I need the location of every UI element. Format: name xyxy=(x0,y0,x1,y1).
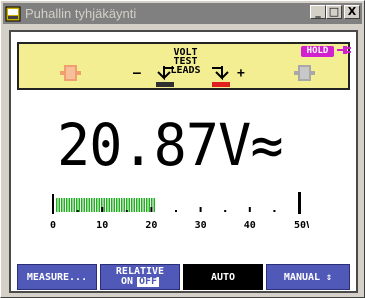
manual-softkey[interactable]: MANUAL ⇕ xyxy=(266,264,350,290)
bargraph-scale-label: 50V xyxy=(294,220,309,231)
ac-symbol: ≈ xyxy=(250,111,283,179)
bargraph-segment xyxy=(91,198,93,212)
relative-toggle: ON OFF xyxy=(120,276,160,287)
bargraph-segment xyxy=(121,198,123,212)
bargraph-segment xyxy=(78,198,80,212)
bargraph-segment xyxy=(116,198,118,212)
window-title: Puhallin tyhjäkäynti xyxy=(25,6,137,21)
bargraph-segment xyxy=(111,198,113,212)
main-reading: 20.87V≈ xyxy=(57,116,284,174)
bargraph-segment xyxy=(153,198,155,212)
reading-value: 20.87 xyxy=(57,111,219,179)
bargraph-segment xyxy=(106,198,108,212)
relative-off-label: OFF xyxy=(136,276,160,287)
bargraph-segment xyxy=(88,198,90,212)
app-icon xyxy=(5,6,21,21)
measure-softkey[interactable]: MEASURE... xyxy=(17,264,97,290)
bargraph-segment xyxy=(83,198,85,212)
bargraph-scale-label: 10 xyxy=(96,220,108,231)
analog-bargraph: 0 10 20 30 40 50V xyxy=(50,192,309,231)
reading-unit: V xyxy=(218,111,251,179)
bargraph-segment xyxy=(123,198,125,212)
bargraph-tick xyxy=(150,207,153,212)
bargraph-segment xyxy=(148,198,150,212)
relative-on-label: ON xyxy=(120,276,133,287)
bargraph-segment xyxy=(76,198,78,212)
auto-softkey[interactable]: AUTO xyxy=(183,264,263,290)
bargraph-segment xyxy=(98,198,100,212)
bargraph-segment xyxy=(63,198,65,212)
bargraph-segment xyxy=(66,198,68,212)
bargraph-segment xyxy=(81,198,83,212)
bargraph-tick xyxy=(248,207,251,212)
bargraph-segment xyxy=(93,198,95,212)
bargraph-segment xyxy=(143,198,145,212)
bargraph-scale-label: 30 xyxy=(195,220,207,231)
lead-arrows-icon xyxy=(156,66,230,87)
bargraph-segment xyxy=(103,198,105,212)
bargraph-segment xyxy=(68,198,70,212)
minus-sign: – xyxy=(133,66,141,81)
softkey-bar: MEASURE... RELATIVE ON OFF AUTO MANUAL ⇕ xyxy=(17,264,350,290)
bargraph-segment xyxy=(58,198,60,212)
bargraph-scale-label: 0 xyxy=(50,220,56,231)
bargraph-tick xyxy=(224,210,227,212)
bargraph-start-mark xyxy=(52,194,54,214)
bargraph-segment xyxy=(108,198,110,212)
minimize-button[interactable]: _ xyxy=(310,5,326,19)
bargraph-segment xyxy=(141,198,143,212)
meter-display: HOLD VOLT TEST LEADS – + 20.87V≈ 0 10 20… xyxy=(9,30,358,293)
bargraph-segment xyxy=(73,198,75,212)
bargraph-segment xyxy=(138,198,140,212)
bargraph-tick xyxy=(101,207,104,212)
bargraph-tick xyxy=(273,210,276,212)
bargraph-segment xyxy=(136,198,138,212)
bargraph-segment xyxy=(56,198,58,212)
title-bar[interactable]: Puhallin tyhjäkäynti _ □ X xyxy=(3,3,362,24)
bargraph-segment xyxy=(71,198,73,212)
display-top-strip xyxy=(11,32,356,42)
relative-softkey[interactable]: RELATIVE ON OFF xyxy=(100,264,180,290)
bargraph-segment xyxy=(61,198,63,212)
close-button[interactable]: X xyxy=(344,5,360,19)
bargraph-scale-label: 40 xyxy=(244,220,256,231)
window-controls: _ □ X xyxy=(310,5,360,19)
bargraph-tick xyxy=(76,210,79,212)
bargraph-tick xyxy=(175,210,177,212)
bargraph-scale-label: 20 xyxy=(145,220,157,231)
bargraph-end-mark xyxy=(298,192,301,214)
bargraph-segment xyxy=(128,198,130,212)
bargraph-segment xyxy=(133,198,135,212)
bargraph-tick xyxy=(125,210,128,212)
bargraph-tick xyxy=(199,207,202,212)
bargraph-segment xyxy=(146,198,148,212)
bargraph-segment xyxy=(131,198,133,212)
bargraph-segment xyxy=(86,198,88,212)
app-window: Puhallin tyhjäkäynti _ □ X HOLD VOLT TES… xyxy=(0,0,365,298)
bargraph-segment xyxy=(96,198,98,212)
bargraph-segment xyxy=(118,198,120,212)
maximize-button[interactable]: □ xyxy=(326,5,342,19)
test-leads-panel: HOLD VOLT TEST LEADS – + xyxy=(17,42,351,90)
bargraph-segment xyxy=(126,198,128,212)
bargraph-segment xyxy=(113,198,115,212)
